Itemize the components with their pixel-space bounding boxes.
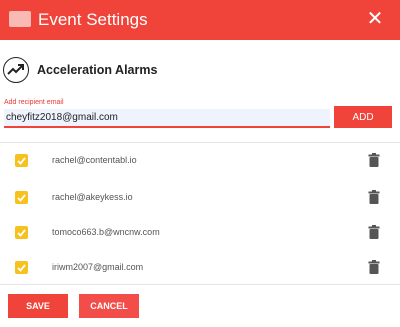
trash-icon[interactable] [368,260,380,279]
recipient-email-label: Add recipient email [4,99,64,106]
recipient-row: rachel@akeykess.io [0,190,400,227]
recipient-email: tomoco663.b@wncnw.com [52,227,160,237]
recipient-row: iriwm2007@gmail.com [0,260,400,297]
checkbox[interactable] [15,261,28,274]
recipient-email: rachel@akeykess.io [52,192,133,202]
close-icon[interactable]: ✕ [365,9,385,29]
trash-icon[interactable] [368,153,380,172]
checkbox[interactable] [15,226,28,239]
add-button[interactable]: ADD [334,106,392,128]
recipient-email: rachel@contentabl.io [52,155,137,165]
recipient-row: rachel@contentabl.io [0,153,400,190]
section-header: Acceleration Alarms [3,57,303,85]
dialog-title: Event Settings [38,10,148,29]
divider [0,284,400,285]
checkbox[interactable] [15,154,28,167]
dialog-header: Event Settings ✕ [0,0,400,40]
recipient-email: iriwm2007@gmail.com [52,262,144,272]
trash-icon[interactable] [368,225,380,244]
recipient-email-input[interactable] [4,109,330,128]
trending-up-icon [3,57,29,83]
recipient-row: tomoco663.b@wncnw.com [0,225,400,262]
checkbox[interactable] [15,191,28,204]
cancel-button[interactable]: CANCEL [79,294,139,318]
trash-icon[interactable] [368,190,380,209]
section-title: Acceleration Alarms [37,63,158,77]
save-button[interactable]: SAVE [8,294,68,318]
logo-icon [9,11,31,27]
divider [0,142,400,143]
